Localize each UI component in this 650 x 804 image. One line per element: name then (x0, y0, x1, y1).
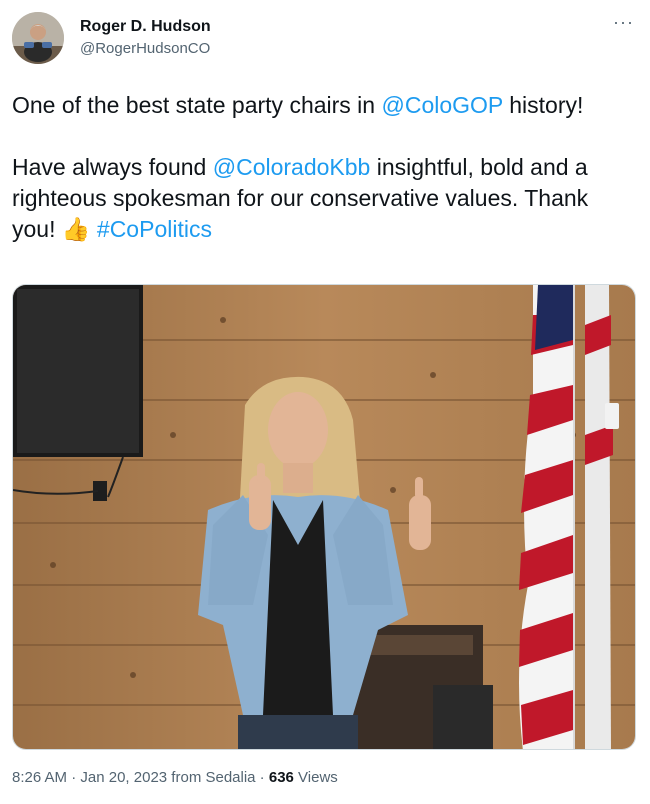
tweet-time[interactable]: 8:26 AM (12, 769, 67, 786)
mention-link-cologop[interactable]: @ColoGOP (381, 92, 502, 118)
more-horizontal-icon[interactable]: ··· (613, 12, 634, 33)
author-handle[interactable]: @RogerHudsonCO (80, 40, 210, 57)
tweet-text-segment: Have always found (12, 154, 213, 180)
tweet-paragraph-2: Have always found @ColoradoKbb insightfu… (12, 152, 638, 245)
mention-link-coloradokbb[interactable]: @ColoradoKbb (213, 154, 371, 180)
tweet-text-segment: history! (502, 92, 584, 118)
avatar-image (12, 12, 64, 64)
tweet-text: One of the best state party chairs in @C… (12, 90, 638, 245)
tweet-header: Roger D. Hudson @RogerHudsonCO ··· (12, 12, 638, 68)
author-display-name[interactable]: Roger D. Hudson (80, 18, 211, 36)
views-count[interactable]: 636 (269, 769, 294, 786)
thumbs-up-emoji: 👍 (61, 216, 91, 242)
meta-separator: · (67, 769, 81, 786)
tweet-text-segment: One of the best state party chairs in (12, 92, 382, 118)
tweet-source: from Sedalia (167, 769, 256, 786)
tweet-photo[interactable] (12, 284, 636, 750)
views-label: Views (293, 769, 338, 786)
hashtag-link-copolitics[interactable]: #CoPolitics (97, 216, 212, 242)
avatar[interactable] (12, 12, 64, 64)
tweet-metadata: 8:26 AM · Jan 20, 2023 from Sedalia · 63… (12, 769, 338, 786)
meta-separator: · (255, 769, 269, 786)
tweet-paragraph-1: One of the best state party chairs in @C… (12, 90, 638, 121)
photo-image (13, 285, 635, 749)
tweet-date[interactable]: Jan 20, 2023 (80, 769, 167, 786)
